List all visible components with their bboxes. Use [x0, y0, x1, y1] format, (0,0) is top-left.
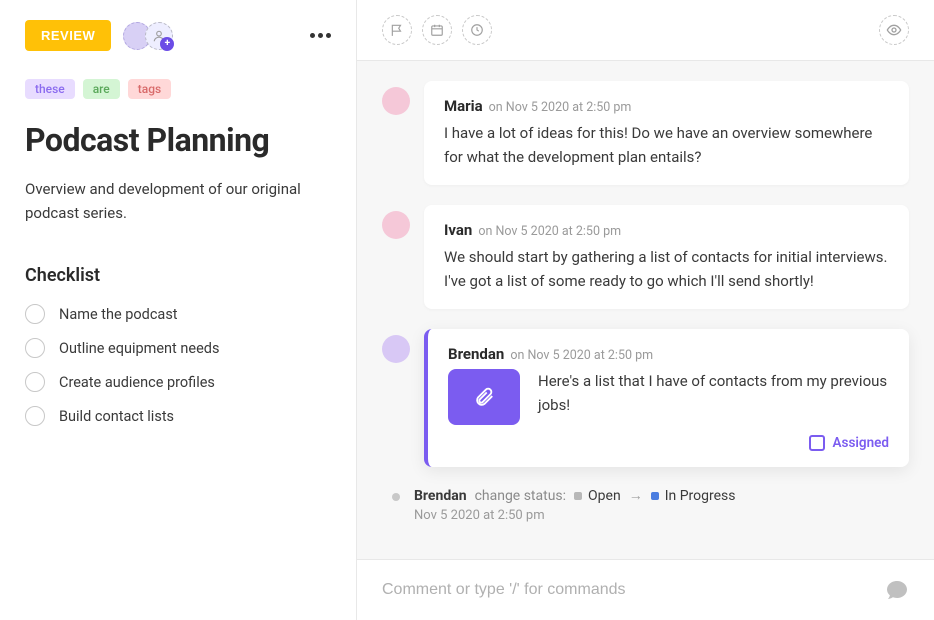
checklist-item-label: Build contact lists [59, 408, 174, 425]
comment-header: Brendan on Nov 5 2020 at 2:50 pm [448, 345, 889, 363]
tag[interactable]: these [25, 79, 75, 99]
comment-avatar[interactable] [382, 87, 410, 115]
checklist-item[interactable]: Outline equipment needs [25, 338, 331, 358]
checklist-item-label: Name the podcast [59, 306, 178, 323]
checklist-item[interactable]: Build contact lists [25, 406, 331, 426]
comment-header: Maria on Nov 5 2020 at 2:50 pm [444, 97, 889, 115]
checkbox[interactable] [25, 338, 45, 358]
more-menu-button[interactable] [310, 33, 331, 38]
checklist-item-label: Create audience profiles [59, 374, 215, 391]
attachment-row: Here's a list that I have of contacts fr… [448, 369, 889, 425]
status-label: change status: [475, 488, 566, 504]
comment-footer: Assigned [448, 435, 889, 451]
comment-body: I have a lot of ideas for this! Do we ha… [444, 121, 889, 169]
status-dot-blue-icon [651, 492, 659, 500]
comment-avatar[interactable] [382, 211, 410, 239]
checkbox[interactable] [25, 304, 45, 324]
checkbox[interactable] [25, 406, 45, 426]
eye-icon [886, 22, 902, 38]
left-header: REVIEW + [25, 20, 331, 51]
compose-bar [357, 559, 934, 620]
comment-author: Ivan [444, 221, 472, 239]
comment-card-highlighted: Brendan on Nov 5 2020 at 2:50 pm Here's … [424, 329, 909, 467]
tag[interactable]: tags [128, 79, 171, 99]
paperclip-icon [473, 386, 495, 408]
status-dot-gray-icon [574, 492, 582, 500]
arrow-right-icon: → [629, 487, 643, 504]
review-button[interactable]: REVIEW [25, 20, 111, 51]
status-to-text: In Progress [665, 488, 736, 504]
chat-icon [885, 578, 909, 602]
status-content: Brendan change status: Open → In Progres… [414, 487, 909, 523]
checklist-item[interactable]: Create audience profiles [25, 372, 331, 392]
assigned-badge[interactable]: Assigned [809, 435, 890, 451]
comments-list: Maria on Nov 5 2020 at 2:50 pm I have a … [357, 61, 934, 559]
send-button[interactable] [885, 578, 909, 602]
comment-avatar[interactable] [382, 335, 410, 363]
details-panel: REVIEW + these are tags Podcast Planning… [0, 0, 357, 620]
status-change-row: Brendan change status: Open → In Progres… [382, 487, 909, 523]
flag-button[interactable] [382, 15, 412, 45]
plus-icon: + [160, 37, 174, 51]
assigned-label: Assigned [833, 435, 890, 451]
comment-timestamp: on Nov 5 2020 at 2:50 pm [478, 224, 621, 239]
status-line: Brendan change status: Open → In Progres… [414, 487, 909, 504]
left-header-left: REVIEW + [25, 20, 173, 51]
comment-card: Maria on Nov 5 2020 at 2:50 pm I have a … [424, 81, 909, 185]
tag[interactable]: are [83, 79, 120, 99]
comment-header: Ivan on Nov 5 2020 at 2:50 pm [444, 221, 889, 239]
time-button[interactable] [462, 15, 492, 45]
assignee-avatars[interactable]: + [123, 22, 173, 50]
tags-row: these are tags [25, 79, 331, 99]
attachment-preview[interactable] [448, 369, 520, 425]
calendar-icon [430, 23, 444, 37]
status-from-text: Open [588, 488, 621, 504]
comment-body: Here's a list that I have of contacts fr… [538, 369, 889, 417]
status-dot-icon [392, 493, 400, 501]
comment-timestamp: on Nov 5 2020 at 2:50 pm [510, 348, 653, 363]
checklist-title: Checklist [25, 265, 331, 286]
header-icons [382, 15, 492, 45]
status-from: Open [574, 488, 621, 504]
checkbox[interactable] [25, 372, 45, 392]
description: Overview and development of our original… [25, 177, 331, 225]
checklist: Name the podcast Outline equipment needs… [25, 304, 331, 426]
comment-author: Brendan [448, 345, 504, 363]
comment-body: We should start by gathering a list of c… [444, 245, 889, 293]
calendar-button[interactable] [422, 15, 452, 45]
checklist-item-label: Outline equipment needs [59, 340, 219, 357]
comment-timestamp: on Nov 5 2020 at 2:50 pm [489, 100, 632, 115]
comment: Maria on Nov 5 2020 at 2:50 pm I have a … [382, 81, 909, 185]
activity-panel: Maria on Nov 5 2020 at 2:50 pm I have a … [357, 0, 934, 620]
status-timestamp: Nov 5 2020 at 2:50 pm [414, 508, 909, 523]
assigned-checkbox[interactable] [809, 435, 825, 451]
comment: Brendan on Nov 5 2020 at 2:50 pm Here's … [382, 329, 909, 467]
activity-header [357, 0, 934, 61]
comment-author: Maria [444, 97, 483, 115]
clock-icon [470, 23, 484, 37]
status-to: In Progress [651, 488, 736, 504]
flag-icon [390, 23, 404, 37]
page-title: Podcast Planning [25, 121, 331, 159]
watch-button[interactable] [879, 15, 909, 45]
checklist-item[interactable]: Name the podcast [25, 304, 331, 324]
comment-input[interactable] [382, 581, 885, 599]
comment-card: Ivan on Nov 5 2020 at 2:50 pm We should … [424, 205, 909, 309]
add-assignee-button[interactable]: + [145, 22, 173, 50]
status-author: Brendan [414, 488, 467, 504]
comment: Ivan on Nov 5 2020 at 2:50 pm We should … [382, 205, 909, 309]
